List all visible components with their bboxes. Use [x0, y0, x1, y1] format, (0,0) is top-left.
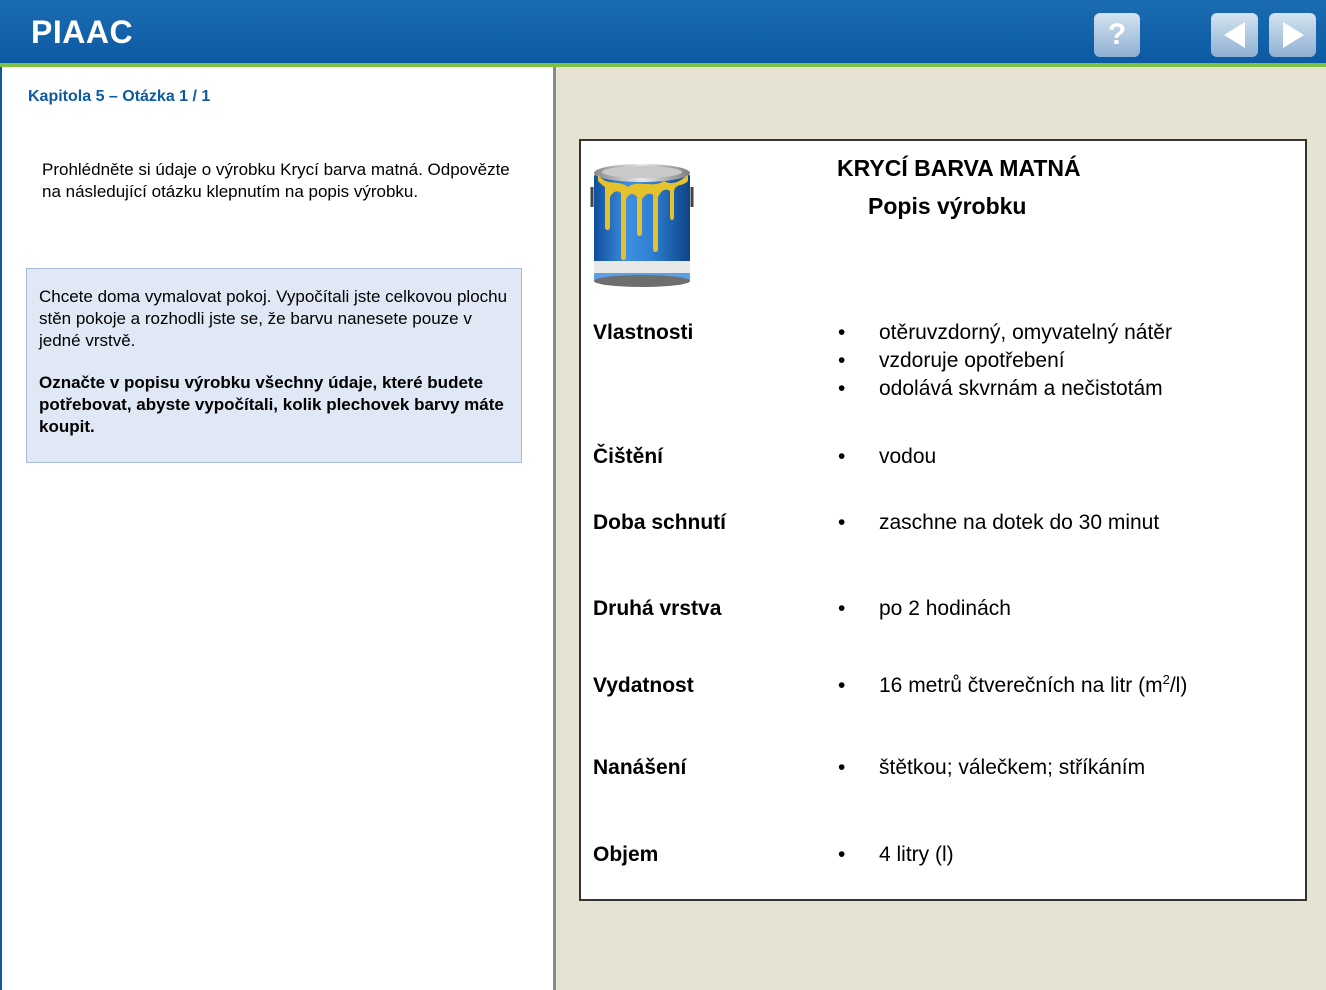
row-items-vydatnost: 16 metrů čtverečních na litr (m2/l) — [838, 672, 1187, 700]
paint-can-image — [590, 164, 694, 287]
list-item[interactable]: zaschne na dotek do 30 minut — [838, 509, 1159, 537]
app-logo: PIAAC — [31, 14, 134, 50]
row-label-druha-vrstva[interactable]: Druhá vrstva — [593, 595, 721, 623]
list-item[interactable]: 4 litry (l) — [838, 841, 954, 869]
row-label-vlastnosti[interactable]: Vlastnosti — [593, 319, 693, 347]
question-mark-icon: ? — [1107, 18, 1127, 51]
triangle-right-icon — [1282, 22, 1304, 48]
left-edge-border — [0, 67, 2, 990]
row-label-objem[interactable]: Objem — [593, 841, 658, 869]
product-subtitle: Popis výrobku — [868, 193, 1027, 219]
top-bar: PIAAC ? — [0, 0, 1326, 63]
row-label-cisteni[interactable]: Čištění — [593, 443, 663, 471]
superscript-2: 2 — [1162, 672, 1170, 687]
instructions-text: Prohlédněte si údaje o výrobku Krycí bar… — [42, 160, 510, 201]
task-box: Chcete doma vymalovat pokoj. Vypočítali … — [26, 268, 522, 463]
next-button[interactable] — [1269, 13, 1316, 57]
row-items-nanaseni: štětkou; válečkem; stříkáním — [838, 754, 1145, 782]
previous-button[interactable] — [1211, 13, 1258, 57]
row-items-objem: 4 litry (l) — [838, 841, 954, 869]
task-question: Označte v popisu výrobku všechny údaje, … — [39, 373, 504, 436]
row-label-doba-schnuti[interactable]: Doba schnutí — [593, 509, 726, 537]
coverage-text: 16 metrů čtverečních na litr (m — [879, 674, 1163, 697]
list-item[interactable]: po 2 hodinách — [838, 595, 1011, 623]
row-label-vydatnost[interactable]: Vydatnost — [593, 672, 694, 700]
task-scenario: Chcete doma vymalovat pokoj. Vypočítali … — [39, 287, 508, 350]
row-items-doba-schnuti: zaschne na dotek do 30 minut — [838, 509, 1159, 537]
list-item[interactable]: odolává skvrnám a nečistotám — [838, 375, 1172, 403]
coverage-unit-suffix: /l) — [1169, 674, 1188, 697]
list-item[interactable]: otěruvzdorný, omyvatelný nátěr — [838, 319, 1172, 347]
chapter-heading: Kapitola 5 – Otázka 1 / 1 — [28, 88, 211, 105]
list-item[interactable]: vodou — [838, 443, 936, 471]
list-item[interactable]: štětkou; válečkem; stříkáním — [838, 754, 1145, 782]
triangle-left-icon — [1223, 22, 1245, 48]
row-items-druha-vrstva: po 2 hodinách — [838, 595, 1011, 623]
row-items-cisteni: vodou — [838, 443, 936, 471]
product-title: KRYCÍ BARVA MATNÁ — [837, 155, 1081, 181]
row-label-nanaseni[interactable]: Nanášení — [593, 754, 686, 782]
list-item[interactable]: 16 metrů čtverečních na litr (m2/l) — [838, 672, 1187, 700]
help-button[interactable]: ? — [1094, 13, 1140, 57]
row-items-vlastnosti: otěruvzdorný, omyvatelný nátěr vzdoruje … — [838, 319, 1172, 403]
list-item[interactable]: vzdoruje opotřebení — [838, 347, 1172, 375]
